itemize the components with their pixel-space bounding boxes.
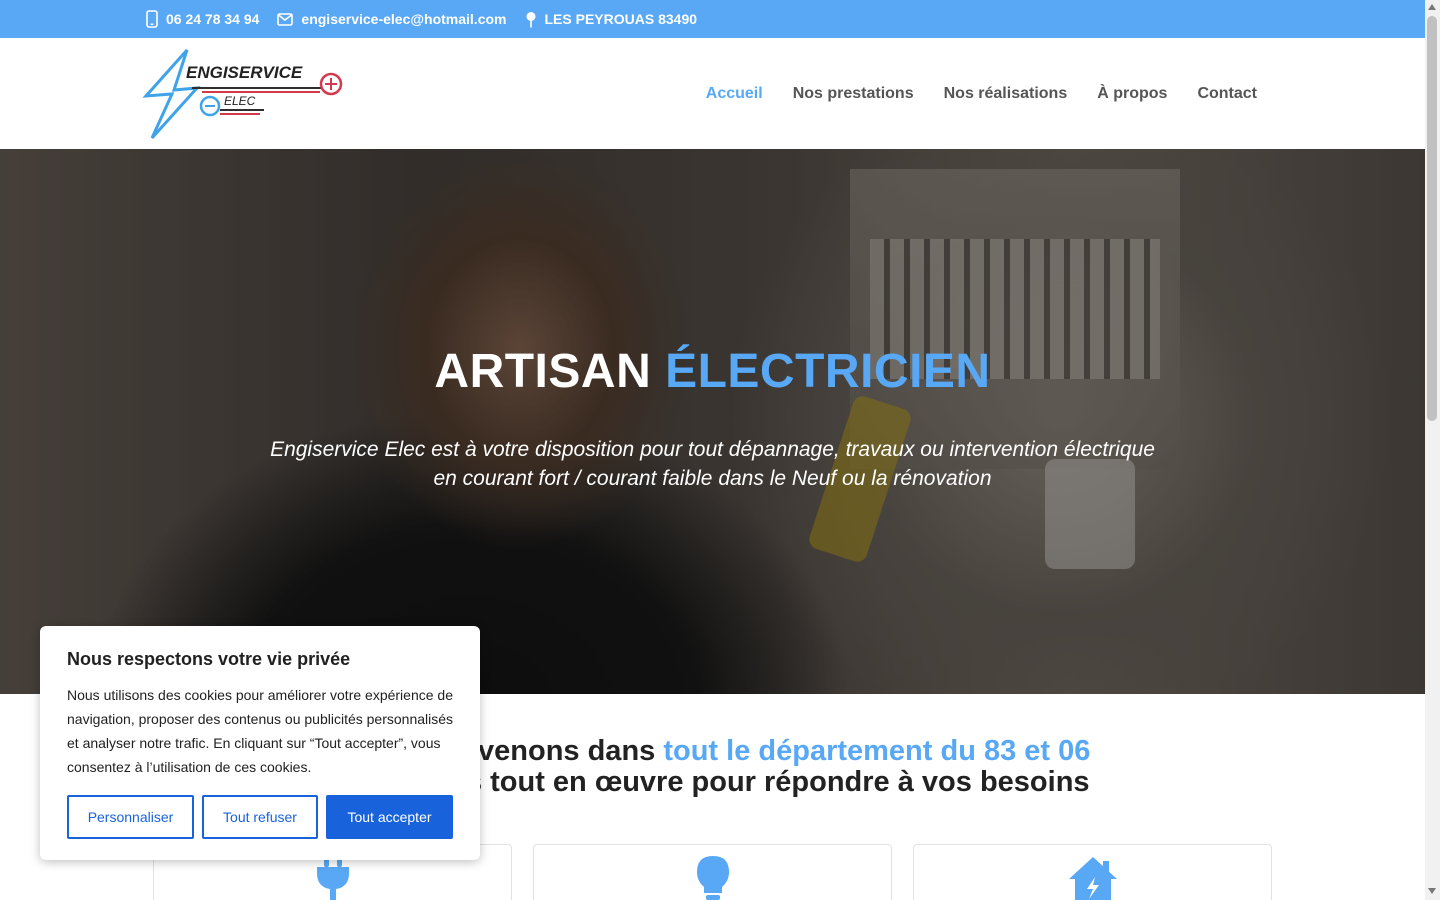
service-card[interactable]: [533, 844, 892, 900]
site-logo[interactable]: ENGISERVICE ELEC: [142, 48, 347, 140]
nav-nos-prestations[interactable]: Nos prestations: [793, 85, 914, 103]
house-icon: [1068, 857, 1117, 900]
topbar-email-text: engiservice-elec@hotmail.com: [301, 11, 507, 27]
hero-title-part1: ARTISAN: [434, 345, 652, 398]
cookie-message: Nous utilisons des cookies pour améliore…: [67, 687, 454, 775]
main-nav: Accueil Nos prestations Nos réalisations…: [706, 38, 1257, 149]
hero-subtitle-line2: en courant fort / courant faible dans le…: [433, 467, 992, 490]
hero-title: ARTISAN ÉLECTRICIEN: [0, 344, 1425, 399]
topbar-email[interactable]: engiservice-elec@hotmail.com: [277, 11, 507, 27]
hero-subtitle: Engiservice Elec est à votre disposition…: [0, 435, 1425, 493]
scroll-down-arrow-icon[interactable]: [1428, 888, 1436, 894]
map-pin-icon: [526, 11, 535, 27]
plug-icon: [316, 855, 349, 900]
logo-text-engiservice: ENGISERVICE: [186, 63, 303, 82]
hero-banner: ARTISAN ÉLECTRICIEN Engiservice Elec est…: [0, 149, 1425, 694]
cookie-accept-button[interactable]: Tout accepter: [326, 795, 453, 839]
service-card[interactable]: [913, 844, 1272, 900]
lightning-logo-icon: ENGISERVICE ELEC: [142, 49, 343, 140]
nav-a-propos[interactable]: À propos: [1097, 85, 1167, 103]
scrollbar-thumb[interactable]: [1427, 16, 1437, 421]
nav-contact[interactable]: Contact: [1197, 85, 1257, 103]
nav-nos-realisations[interactable]: Nos réalisations: [944, 85, 1068, 103]
intro-line1-part2: tout le département du 83 et 06: [663, 735, 1091, 767]
page-scrollbar[interactable]: [1425, 0, 1440, 900]
hero-subtitle-line1: Engiservice Elec est à votre disposition…: [270, 438, 1155, 461]
mobile-phone-icon: [146, 10, 158, 28]
hero-overlay: [0, 149, 1425, 694]
cookie-buttons: Personnaliser Tout refuser Tout accepter: [67, 795, 453, 839]
logo-text-elec: ELEC: [224, 94, 256, 108]
cookie-customize-button[interactable]: Personnaliser: [67, 795, 194, 839]
topbar-address: LES PEYROUAS 83490: [525, 11, 698, 28]
scroll-up-arrow-icon[interactable]: [1428, 4, 1436, 10]
topbar-phone[interactable]: 06 24 78 34 94: [146, 10, 259, 28]
envelope-icon: [277, 12, 294, 26]
top-contact-bar: 06 24 78 34 94 engiservice-elec@hotmail.…: [0, 0, 1425, 38]
cookie-title: Nous respectons votre vie privée: [67, 649, 351, 669]
lightbulb-icon: [696, 856, 729, 900]
nav-accueil[interactable]: Accueil: [706, 85, 763, 103]
cookie-reject-button[interactable]: Tout refuser: [202, 795, 318, 839]
site-header: ENGISERVICE ELEC Accueil Nos prestations…: [0, 38, 1425, 149]
topbar-phone-text: 06 24 78 34 94: [166, 11, 260, 27]
hero-title-part2: ÉLECTRICIEN: [665, 345, 991, 398]
topbar-address-text: LES PEYROUAS 83490: [544, 11, 698, 27]
cookie-consent-banner: Nous respectons votre vie privée Nous ut…: [40, 626, 480, 860]
